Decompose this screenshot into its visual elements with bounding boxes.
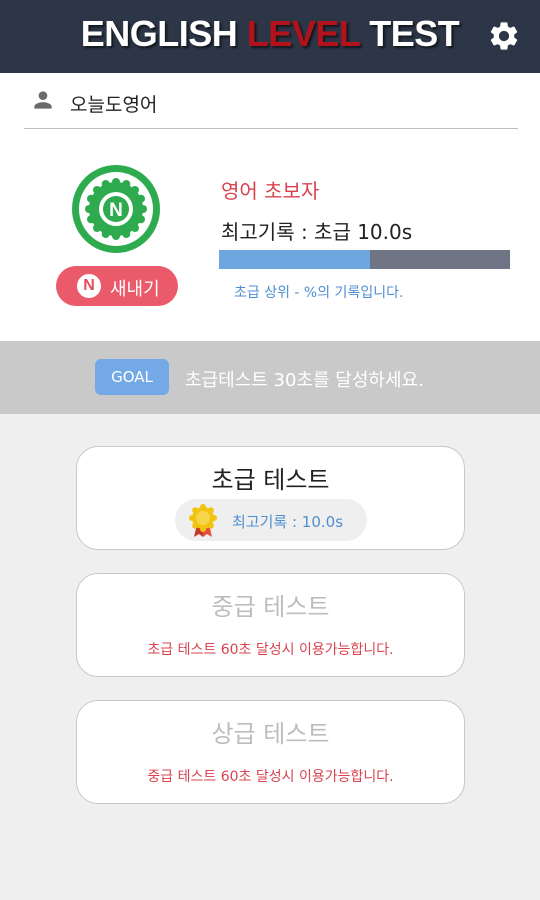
new-level-label: 새내기 (110, 279, 160, 300)
record-pill: 최고기록 : 10.0s (175, 499, 367, 541)
beginner-best-record: 최고기록 : 10.0s (232, 513, 344, 531)
medal-icon (189, 504, 217, 537)
goal-bar: GOAL 초급테스트 30초를 달성하세요. (0, 341, 540, 414)
app-title-level: LEVEL (246, 13, 360, 54)
gear-icon[interactable] (487, 19, 521, 53)
beginner-test-button[interactable]: 초급 테스트 최고기록 : 10.0s (76, 446, 465, 550)
advanced-test-button[interactable]: 상급 테스트 중급 테스트 60초 달성시 이용가능합니다. (76, 700, 465, 804)
intermediate-unlock-text: 초급 테스트 60초 달성시 이용가능합니다. (147, 642, 394, 658)
username: 오늘도영어 (70, 94, 158, 116)
progress-fill (219, 250, 371, 269)
n-badge-icon: N (72, 165, 160, 253)
advanced-unlock-text: 중급 테스트 60초 달성시 이용가능합니다. (147, 769, 394, 785)
app-title-test: TEST (369, 13, 460, 54)
level-title: 영어 초보자 (221, 179, 320, 203)
intermediate-test-button[interactable]: 중급 테스트 초급 테스트 60초 달성시 이용가능합니다. (76, 573, 465, 677)
top-bar: ENGLISH LEVEL TEST (0, 0, 540, 73)
app-title-english: ENGLISH (80, 13, 238, 54)
user-row: 오늘도영어 (24, 73, 518, 129)
intermediate-test-title: 중급 테스트 (211, 593, 330, 621)
beginner-test-title: 초급 테스트 (211, 466, 330, 494)
new-level-button[interactable]: N 새내기 (56, 266, 178, 306)
app-title: ENGLISH LEVEL TEST (0, 13, 540, 55)
profile-panel: 오늘도영어 N N 새내기 영어 초보자 최고기록 : 초급 10.0s 초급 … (0, 73, 540, 341)
goal-text: 초급테스트 30초를 달성하세요. (185, 370, 424, 391)
rank-text: 초급 상위 - %의 기록입니다. (234, 285, 404, 301)
n-icon: N (77, 274, 101, 298)
badge-letter: N (109, 200, 123, 221)
goal-badge: GOAL (95, 359, 169, 395)
progress-bar (219, 250, 510, 269)
best-record: 최고기록 : 초급 10.0s (221, 220, 413, 244)
person-icon (34, 91, 52, 109)
advanced-test-title: 상급 테스트 (211, 720, 330, 748)
